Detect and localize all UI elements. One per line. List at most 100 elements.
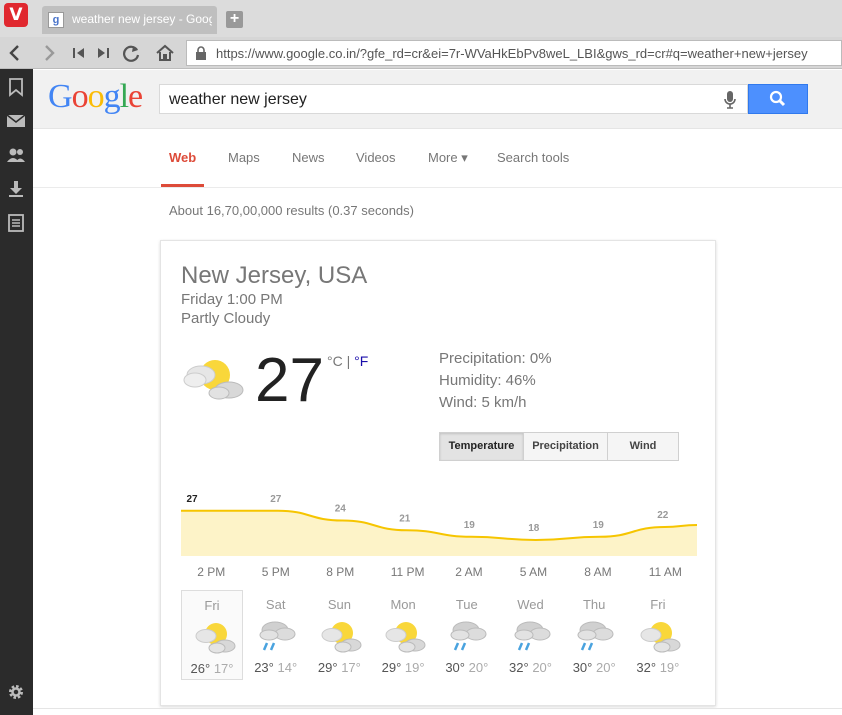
weather-chart-selector: Temperature Precipitation Wind bbox=[439, 432, 679, 461]
browser-tab[interactable]: g weather new jersey - Google bbox=[42, 6, 217, 34]
partly-cloudy-icon bbox=[318, 617, 362, 655]
forecast-temps: 32° 19° bbox=[627, 660, 689, 675]
search-tabs: Web Maps News Videos More ▾ Search tools bbox=[33, 130, 842, 188]
new-tab-button[interactable]: + bbox=[226, 11, 243, 28]
forecast-low: 20° bbox=[596, 660, 616, 675]
forecast-high: 29° bbox=[317, 660, 338, 675]
forecast-day-name: Thu bbox=[582, 597, 606, 612]
forecast-high: 23° bbox=[254, 660, 274, 675]
time-label: 5 AM bbox=[519, 565, 548, 579]
temperature-tab[interactable]: Temperature bbox=[440, 433, 524, 460]
tab-web[interactable]: Web bbox=[169, 150, 196, 165]
browser-tab-bar: V g weather new jersey - Google + bbox=[0, 0, 842, 37]
back-icon[interactable] bbox=[4, 42, 26, 64]
tab-search-tools[interactable]: Search tools bbox=[497, 150, 569, 165]
rain-icon bbox=[255, 617, 299, 655]
wind-tab[interactable]: Wind bbox=[608, 433, 678, 460]
forecast-temps: 23° 14° bbox=[245, 660, 307, 675]
fast-forward-icon[interactable] bbox=[92, 42, 114, 64]
search-icon bbox=[769, 90, 786, 107]
rewind-icon[interactable] bbox=[68, 42, 90, 64]
forecast-day[interactable]: Fri 26° 17° bbox=[181, 590, 243, 680]
chart-value-label: 21 bbox=[399, 513, 411, 524]
tab-videos[interactable]: Videos bbox=[356, 150, 396, 165]
tab-more[interactable]: More ▾ bbox=[428, 150, 468, 166]
tab-maps[interactable]: Maps bbox=[228, 150, 260, 165]
google-logo[interactable]: Google bbox=[48, 78, 143, 116]
bookmark-icon[interactable] bbox=[6, 77, 26, 97]
fahrenheit-unit[interactable]: °F bbox=[354, 353, 368, 369]
rain-icon bbox=[446, 617, 490, 655]
celsius-unit[interactable]: °C bbox=[327, 353, 343, 369]
forecast-day-name: Fri bbox=[204, 598, 220, 613]
forecast-day-name: Fri bbox=[650, 597, 666, 612]
tab-news[interactable]: News bbox=[292, 150, 325, 165]
forecast-high: 30° bbox=[572, 660, 593, 675]
weather-datetime: Friday 1:00 PM bbox=[181, 291, 283, 308]
address-bar-row: https://www.google.co.in/?gfe_rd=cr&ei=7… bbox=[0, 37, 842, 69]
forecast-high: 29° bbox=[381, 660, 402, 675]
forecast-day[interactable]: Mon 29° 19° bbox=[372, 590, 434, 680]
time-label: 5 PM bbox=[261, 565, 290, 579]
forecast-day[interactable]: Wed 32° 20° bbox=[500, 590, 562, 680]
precipitation-tab[interactable]: Precipitation bbox=[524, 433, 608, 460]
forecast-day-name: Wed bbox=[517, 597, 544, 612]
home-icon[interactable] bbox=[154, 42, 176, 64]
forecast-day[interactable]: Sat 23° 14° bbox=[245, 590, 307, 680]
forecast-day[interactable]: Fri 32° 19° bbox=[627, 590, 689, 680]
time-label: 11 PM bbox=[390, 565, 425, 579]
time-label: 11 AM bbox=[648, 565, 682, 579]
chart-value-label: 27 bbox=[186, 494, 198, 505]
forecast-day[interactable]: Sun 29° 17° bbox=[308, 590, 370, 680]
forward-icon[interactable] bbox=[38, 42, 60, 64]
chart-value-label: 27 bbox=[270, 494, 282, 505]
forecast-low: 19° bbox=[404, 660, 425, 675]
forecast-high: 32° bbox=[509, 660, 529, 675]
temperature-chart[interactable]: 27 27 24 21 19 18 19 22 bbox=[181, 481, 697, 556]
time-label: 8 PM bbox=[326, 565, 355, 579]
download-icon[interactable] bbox=[6, 179, 26, 199]
forecast-low: 20° bbox=[468, 660, 489, 675]
notes-icon[interactable] bbox=[6, 213, 26, 233]
chart-value-label: 22 bbox=[657, 510, 669, 521]
forecast-low: 17° bbox=[341, 660, 361, 675]
chart-value-label: 19 bbox=[593, 520, 605, 531]
forecast-temps: 29° 17° bbox=[308, 660, 370, 675]
rain-icon bbox=[573, 617, 617, 655]
google-header: Google weather new jersey bbox=[33, 70, 842, 129]
precipitation-detail: Precipitation: 0% bbox=[439, 350, 552, 367]
forecast-high: 30° bbox=[445, 660, 465, 675]
search-input[interactable]: weather new jersey bbox=[159, 84, 748, 114]
reload-icon[interactable] bbox=[120, 42, 142, 64]
forecast-low: 17° bbox=[213, 661, 234, 676]
contacts-icon[interactable] bbox=[6, 145, 26, 165]
forecast-day[interactable]: Tue 30° 20° bbox=[436, 590, 498, 680]
forecast-low: 14° bbox=[277, 660, 298, 675]
forecast-temps: 26° 17° bbox=[182, 661, 242, 676]
forecast-day-name: Mon bbox=[390, 597, 416, 612]
forecast-temps: 30° 20° bbox=[563, 660, 625, 675]
vivaldi-logo-icon[interactable]: V bbox=[4, 3, 28, 27]
chart-value-label: 19 bbox=[464, 520, 476, 531]
browser-sidebar bbox=[0, 69, 33, 715]
forecast-day[interactable]: Thu 30° 20° bbox=[563, 590, 625, 680]
partly-cloudy-icon bbox=[382, 617, 426, 655]
partly-cloudy-icon bbox=[637, 617, 681, 655]
forecast-temps: 29° 19° bbox=[372, 660, 434, 675]
forecast-low: 20° bbox=[532, 660, 552, 675]
tab-title: weather new jersey - Google bbox=[72, 12, 212, 26]
mail-icon[interactable] bbox=[6, 111, 26, 131]
time-label: 8 AM bbox=[584, 565, 612, 579]
settings-gear-icon[interactable] bbox=[6, 682, 26, 702]
rain-icon bbox=[510, 617, 554, 655]
weather-location[interactable]: New Jersey, USA bbox=[181, 262, 367, 290]
unit-toggle: °C | °F bbox=[327, 353, 369, 369]
forecast-high: 26° bbox=[190, 661, 211, 676]
search-button[interactable] bbox=[748, 84, 808, 114]
microphone-icon[interactable] bbox=[723, 89, 737, 111]
weather-condition: Partly Cloudy bbox=[181, 310, 271, 327]
chart-value-label: 24 bbox=[335, 504, 347, 515]
address-bar[interactable]: https://www.google.co.in/?gfe_rd=cr&ei=7… bbox=[186, 40, 842, 66]
forecast-day-name: Sun bbox=[327, 597, 351, 612]
current-temperature: 27 bbox=[255, 346, 324, 415]
